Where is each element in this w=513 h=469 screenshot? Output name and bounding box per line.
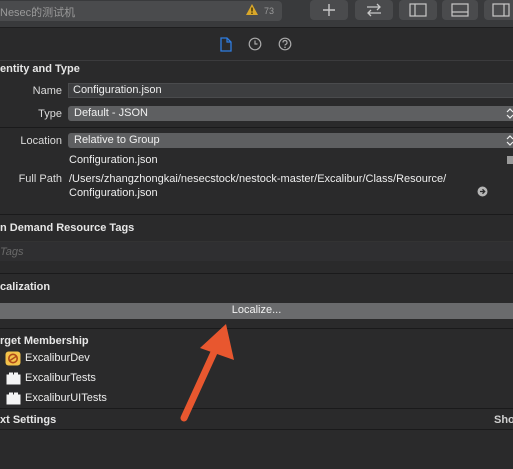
divider [0, 273, 513, 274]
name-label: Name [32, 85, 62, 97]
window-toolbar: Nesec的测试机 73 [0, 0, 513, 28]
type-label: Type [38, 108, 62, 120]
identity-section-header[interactable]: entity and Type [0, 60, 513, 78]
localize-button-label: Localize... [231, 304, 282, 316]
file-inspector-icon[interactable] [220, 37, 232, 52]
add-button[interactable] [310, 0, 348, 20]
toggle-inspector-button[interactable] [484, 0, 513, 20]
identity-section-title: entity and Type [0, 63, 80, 75]
type-popup[interactable]: Default - JSON [68, 106, 513, 121]
location-label: Location [20, 135, 62, 147]
target-name: ExcaliburTests [25, 372, 96, 384]
reveal-in-finder-icon[interactable] [477, 186, 488, 197]
popup-chevron-icon [506, 108, 513, 119]
location-popup[interactable]: Relative to Group [68, 133, 513, 148]
target-row[interactable]: ExcaliburDev [0, 349, 513, 368]
location-popup-value: Relative to Group [74, 134, 160, 146]
annotation-arrow [180, 324, 234, 422]
target-name: ExcaliburDev [25, 352, 90, 364]
app-target-icon [5, 351, 21, 366]
full-path-line-2: Configuration.json [69, 187, 158, 199]
localize-button[interactable]: Localize... [0, 303, 513, 319]
warning-icon[interactable] [245, 3, 259, 16]
membership-section-title: rget Membership [0, 335, 89, 347]
toggle-navigator-button[interactable] [399, 0, 437, 20]
odr-section-title: n Demand Resource Tags [0, 222, 135, 234]
run-destination-label: Nesec的测试机 [0, 7, 76, 19]
tags-placeholder: Tags [0, 246, 24, 258]
target-name: ExcaliburUITests [25, 392, 107, 404]
back-forward-button[interactable] [355, 0, 393, 20]
location-file-name: Configuration.json [69, 154, 158, 166]
bundle-target-icon [6, 372, 21, 385]
bottom-panel-icon [451, 3, 469, 17]
full-path-label: Full Path [18, 173, 62, 185]
divider [0, 429, 513, 430]
toggle-debug-area-button[interactable] [442, 0, 478, 20]
swap-arrows-icon [367, 3, 381, 17]
choose-file-icon[interactable] [506, 154, 513, 165]
target-row[interactable]: ExcaliburUITests [0, 389, 513, 408]
divider [0, 127, 513, 128]
membership-section-header[interactable]: rget Membership [0, 332, 513, 350]
full-path-line-1: /Users/zhangzhongkai/nesecstock/nestock-… [69, 173, 447, 185]
quick-help-icon[interactable] [278, 37, 292, 51]
show-toggle[interactable]: Sho [494, 414, 513, 426]
localization-section-header[interactable]: calization [0, 278, 513, 296]
inspector-tab-bar [0, 28, 513, 61]
plus-icon [323, 4, 335, 16]
name-field[interactable]: Configuration.json [68, 83, 513, 98]
bundle-target-icon [6, 392, 21, 405]
text-settings-section-title: xt Settings [0, 414, 57, 426]
target-row[interactable]: ExcaliburTests [0, 369, 513, 388]
divider [0, 408, 513, 409]
divider [0, 214, 513, 215]
left-panel-icon [409, 3, 427, 17]
type-popup-value: Default - JSON [74, 107, 148, 119]
text-settings-section-header[interactable]: xt Settings [0, 411, 513, 429]
history-inspector-icon[interactable] [248, 37, 262, 51]
right-panel-icon [492, 3, 510, 17]
tags-field[interactable]: Tags [0, 241, 513, 261]
name-field-value: Configuration.json [73, 84, 162, 96]
warning-count: 73 [264, 6, 275, 16]
localization-section-title: calization [0, 281, 51, 293]
divider [0, 328, 513, 329]
popup-chevron-icon [506, 135, 513, 146]
odr-section-header[interactable]: n Demand Resource Tags [0, 219, 513, 237]
